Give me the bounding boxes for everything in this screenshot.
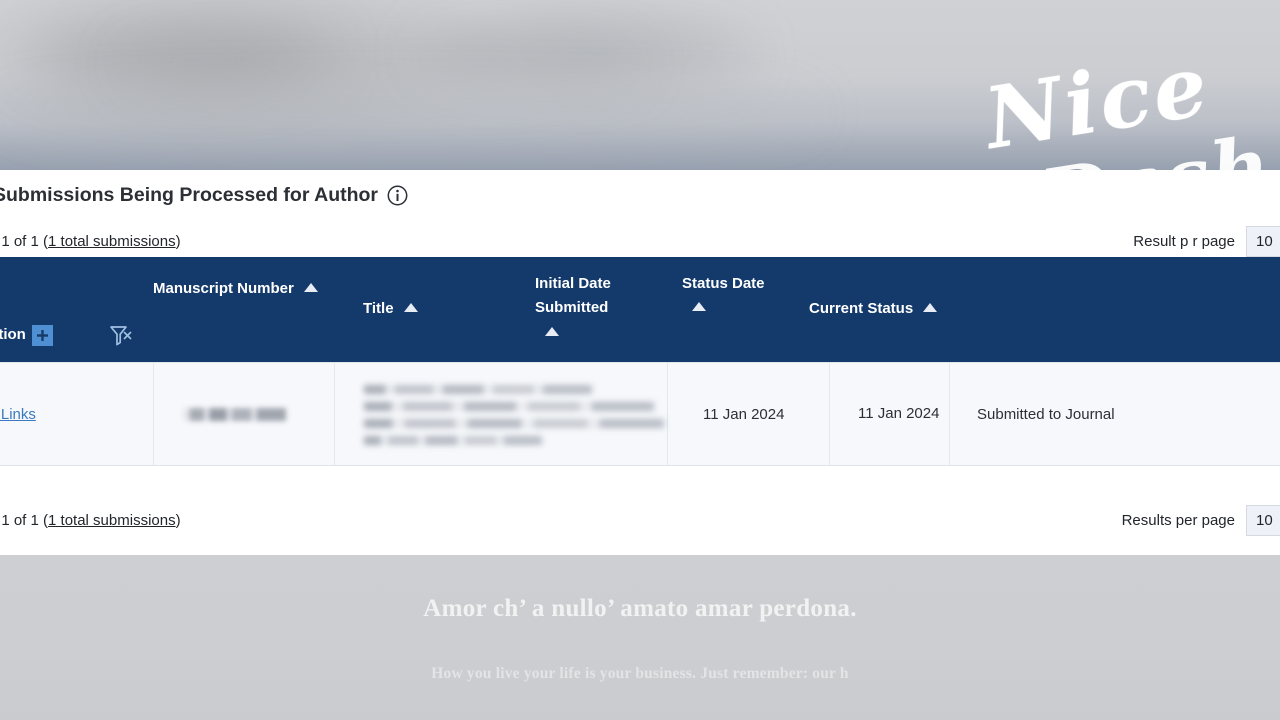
results-per-page-label: Result p r page: [1133, 232, 1235, 250]
pager-bottom: : 1 of 1 (1 total submissions) Results p…: [0, 504, 1280, 536]
results-per-page-label: Results per page: [1121, 511, 1235, 529]
column-header-action[interactable]: ction: [0, 257, 153, 362]
banner-blur-smudge: [420, 30, 750, 76]
pager-top-total-link[interactable]: 1 total submissions: [48, 233, 176, 250]
column-header-initial-date-submitted-label: Initial Date Submitted: [535, 275, 611, 317]
column-header-manuscript-number-label: Manuscript Number: [153, 280, 294, 297]
submissions-panel: Submissions Being Processed for Author :…: [0, 170, 1280, 555]
sort-ascending-icon[interactable]: [923, 303, 938, 312]
pager-top-page-label-end: ): [175, 232, 181, 250]
page-title-row: Submissions Being Processed for Author: [0, 184, 408, 207]
info-circle-icon[interactable]: [387, 185, 408, 206]
column-header-title[interactable]: Title: [334, 257, 500, 362]
submissions-table: ction Manusc: [0, 257, 1280, 466]
sort-ascending-icon[interactable]: [403, 303, 418, 312]
cell-title: [334, 363, 667, 465]
cell-current-status: Submitted to Journal: [949, 363, 1280, 465]
column-header-status-date[interactable]: Status Date: [662, 257, 782, 362]
cell-status-date-value: 11 Jan 2024: [858, 405, 940, 423]
pager-bottom-page-label: : 1 of 1 (: [0, 511, 49, 529]
pager-top-results-per-page: Result p r page 10: [1133, 225, 1280, 257]
pager-top: : 1 of 1 (1 total submissions) Result p …: [0, 225, 1280, 257]
cell-manuscript-number: [153, 363, 334, 465]
column-header-initial-date-submitted[interactable]: Initial Date Submitted: [500, 257, 662, 362]
sort-ascending-icon[interactable]: [303, 283, 318, 292]
page-title: Submissions Being Processed for Author: [0, 184, 379, 206]
column-header-action-label: ction: [0, 326, 26, 344]
column-header-status-date-label: Status Date: [682, 275, 765, 292]
cell-status-date: 11 Jan 2024: [829, 363, 949, 465]
results-per-page-select[interactable]: 10: [1246, 504, 1280, 536]
table-row: ction Links 11 Jan 2024 11 Jan 2024 Subm…: [0, 362, 1280, 466]
filter-clear-icon[interactable]: [109, 324, 135, 348]
redacted-title: [364, 383, 664, 445]
sort-ascending-icon[interactable]: [545, 326, 559, 336]
pager-bottom-total-link[interactable]: 1 total submissions: [48, 512, 176, 529]
footer-quote-band: Amor ch’ a nullo’ amato amar perdona. Ho…: [0, 555, 1280, 720]
sort-ascending-icon[interactable]: [692, 302, 706, 312]
blurred-page-banner: [0, 0, 1280, 170]
footer-subquote: How you live your life is your business.…: [431, 665, 849, 682]
pager-top-summary: : 1 of 1 (1 total submissions): [0, 233, 181, 250]
banner-blur-smudge: [0, 96, 820, 130]
cell-initial-date-submitted: 11 Jan 2024: [667, 363, 829, 465]
pager-bottom-results-per-page: Results per page 10: [1121, 504, 1280, 536]
column-header-title-label: Title: [363, 300, 394, 317]
pager-bottom-page-label-end: ): [175, 511, 181, 529]
column-header-current-status[interactable]: Current Status: [782, 257, 1112, 362]
pager-bottom-summary: : 1 of 1 (1 total submissions): [0, 512, 181, 529]
pager-top-page-label: : 1 of 1 (: [0, 232, 49, 250]
column-header-current-status-label: Current Status: [809, 300, 914, 317]
table-header-row: ction Manusc: [0, 257, 1280, 362]
action-links-link[interactable]: ction Links: [0, 406, 36, 423]
cell-action-links: ction Links: [0, 363, 153, 465]
redacted-manuscript-number: [183, 407, 286, 421]
footer-quote: Amor ch’ a nullo’ amato amar perdona.: [423, 595, 857, 622]
results-per-page-select[interactable]: 10: [1246, 225, 1280, 257]
plus-icon[interactable]: [31, 325, 53, 346]
column-header-manuscript-number[interactable]: Manuscript Number: [153, 257, 334, 362]
